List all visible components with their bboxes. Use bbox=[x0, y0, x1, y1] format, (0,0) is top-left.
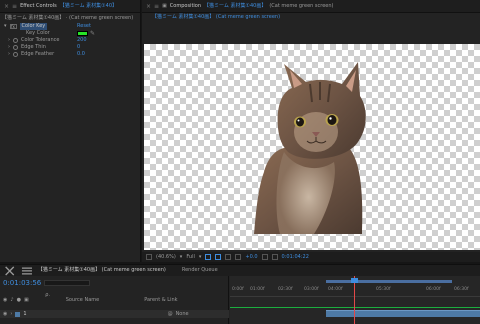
ruler-tick: 05:30f bbox=[376, 287, 391, 292]
exposure-value[interactable]: +0.0 bbox=[245, 254, 257, 261]
prop-value[interactable]: 0.0 bbox=[77, 51, 85, 58]
ruler-tick: 0:00f bbox=[232, 287, 244, 292]
effect-controls-tabbar: × ≡ Effect Controls 【猫ミーム 素材集①40】 bbox=[0, 0, 140, 13]
ruler-tick: 06:00f bbox=[426, 287, 441, 292]
prop-row-edge-thin[interactable]: › Edge Thin 0 bbox=[8, 44, 80, 51]
render-cache-indicator bbox=[230, 307, 480, 308]
tab-effect-controls[interactable]: Effect Controls bbox=[20, 3, 57, 10]
expand-arrow-icon[interactable]: › bbox=[8, 51, 10, 58]
expand-arrow-icon[interactable]: › bbox=[8, 37, 10, 44]
source-line: 【猫ミーム 素材集①40画】 · (Cat meme green screen) bbox=[2, 15, 134, 21]
lock-icon[interactable]: ▣ bbox=[162, 3, 167, 10]
prop-label: Edge Thin bbox=[21, 44, 46, 50]
close-icon[interactable]: × bbox=[146, 3, 151, 10]
tab-render-queue[interactable]: Render Queue bbox=[182, 267, 218, 274]
zoom-dropdown[interactable]: (40.6%) bbox=[156, 254, 176, 261]
resolution-dropdown[interactable]: Full bbox=[186, 254, 195, 261]
close-icon[interactable]: × bbox=[4, 3, 9, 10]
effect-row-color-key[interactable]: ▾ fx Color Key Reset bbox=[4, 23, 91, 30]
comp-breadcrumb[interactable]: 【猫ミーム 素材集①40画】 (Cat meme green screen) bbox=[152, 14, 280, 21]
viewer-toolbar: (40.6%) ▾ Full ▾ +0.0 0:01:04:22 bbox=[142, 252, 480, 262]
timeline-graph[interactable]: 0:00f 01:00f 02:30f 03:00f 04:00f 05:30f… bbox=[230, 276, 480, 324]
layer-search-input[interactable]: ρ. bbox=[44, 280, 91, 298]
region-of-interest-icon[interactable] bbox=[205, 254, 212, 260]
effect-name[interactable]: Color Key bbox=[19, 23, 48, 30]
lock-icon[interactable]: ▣ bbox=[24, 297, 29, 304]
layer-row[interactable]: ◉ › 1 @ None bbox=[0, 310, 229, 318]
eye-icon[interactable]: ◉ bbox=[3, 311, 7, 318]
timeline-tabbar: × ≡ 【猫ミーム 素材集①40画】 (Cat meme green scree… bbox=[0, 261, 480, 280]
tab-comp-suffix: (Cat meme green screen) bbox=[269, 2, 334, 9]
tab-composition[interactable]: Composition bbox=[170, 3, 201, 10]
reset-link[interactable]: Reset bbox=[77, 23, 91, 30]
column-source-name[interactable]: Source Name bbox=[66, 297, 100, 304]
expand-arrow-icon[interactable]: ▾ bbox=[4, 23, 7, 30]
playhead-line[interactable] bbox=[354, 276, 355, 324]
composition-viewer[interactable] bbox=[142, 22, 480, 250]
prop-row-edge-feather[interactable]: › Edge Feather 0.0 bbox=[8, 51, 85, 58]
composition-tabbar: × ≡ ▣ Composition 【猫ミーム 素材集①40画】 (Cat me… bbox=[142, 0, 480, 13]
column-parent-link[interactable]: Parent & Link bbox=[144, 297, 177, 304]
ruler-tick: 01:00f bbox=[250, 287, 265, 292]
key-color-swatch[interactable] bbox=[77, 31, 88, 36]
layer-duration-bar[interactable] bbox=[326, 310, 480, 317]
cat-image[interactable] bbox=[254, 62, 369, 234]
show-channel-icon[interactable] bbox=[271, 254, 278, 260]
eye-icon[interactable]: ◉ bbox=[3, 297, 7, 304]
stopwatch-icon[interactable] bbox=[13, 52, 18, 57]
solo-icon[interactable]: ● bbox=[17, 297, 21, 304]
magnifier-icon[interactable] bbox=[146, 254, 152, 260]
tab-source-name[interactable]: 【猫ミーム 素材集①40】 bbox=[60, 3, 117, 10]
ruler-tick: 02:30f bbox=[278, 287, 293, 292]
ruler-tick: 03:00f bbox=[304, 287, 319, 292]
prop-row-color-tolerance[interactable]: › Color Tolerance 200 bbox=[8, 37, 87, 44]
audio-icon[interactable]: ♪ bbox=[10, 297, 13, 304]
panel-menu-icon[interactable]: ≡ bbox=[12, 3, 17, 10]
expand-arrow-icon[interactable]: › bbox=[10, 311, 12, 318]
prop-label: Edge Feather bbox=[21, 51, 55, 57]
playhead-handle[interactable] bbox=[351, 278, 358, 283]
layer-outline: 0:01:03:56 ρ. ◉ ♪ ● ▣ Source Name Parent… bbox=[0, 276, 229, 324]
expand-arrow-icon[interactable]: › bbox=[8, 44, 10, 51]
prop-value[interactable]: 200 bbox=[77, 37, 87, 44]
layer-index: 1 bbox=[23, 310, 27, 317]
current-time[interactable]: 0:01:03:56 bbox=[3, 279, 41, 287]
fx-toggle-icon[interactable]: fx bbox=[9, 24, 17, 29]
parent-dropdown[interactable]: None bbox=[176, 311, 189, 318]
prop-row-key-color[interactable]: Key Color bbox=[14, 30, 50, 37]
chevron-down-icon[interactable]: ▾ bbox=[199, 254, 202, 261]
effect-controls-panel: × ≡ Effect Controls 【猫ミーム 素材集①40】 【猫ミーム … bbox=[0, 0, 141, 262]
eyedropper-icon[interactable]: ✎ bbox=[90, 30, 95, 37]
transparency-grid-icon[interactable] bbox=[215, 254, 222, 260]
tab-timeline[interactable]: 【猫ミーム 素材集①40画】 (Cat meme green screen) bbox=[38, 267, 166, 274]
panel-menu-icon[interactable]: ≡ bbox=[154, 3, 159, 10]
work-area-bar[interactable] bbox=[326, 280, 452, 283]
composition-panel: × ≡ ▣ Composition 【猫ミーム 素材集①40画】 (Cat me… bbox=[142, 0, 480, 262]
stopwatch-icon[interactable] bbox=[13, 38, 18, 43]
stopwatch-icon[interactable] bbox=[13, 45, 18, 50]
parent-pickwhip-icon[interactable]: @ bbox=[168, 311, 173, 318]
after-effects-window: × ≡ Effect Controls 【猫ミーム 素材集①40】 【猫ミーム … bbox=[0, 0, 480, 324]
viewer-timecode[interactable]: 0:01:04:22 bbox=[282, 254, 309, 261]
time-ruler[interactable]: 0:00f 01:00f 02:30f 03:00f 04:00f 05:30f… bbox=[230, 285, 480, 297]
column-header-row: ◉ ♪ ● ▣ Source Name Parent & Link bbox=[0, 296, 229, 304]
timeline-controls-row: 0:01:03:56 ρ. bbox=[0, 278, 229, 298]
chevron-down-icon[interactable]: ▾ bbox=[180, 254, 183, 261]
mask-visibility-icon[interactable] bbox=[225, 254, 232, 260]
prop-value[interactable]: 0 bbox=[77, 44, 80, 51]
timeline-panel: × ≡ 【猫ミーム 素材集①40画】 (Cat meme green scree… bbox=[0, 261, 480, 324]
prop-label: Color Tolerance bbox=[21, 37, 60, 43]
layer-label-color[interactable] bbox=[15, 311, 21, 317]
guides-icon[interactable] bbox=[235, 254, 242, 260]
ruler-tick: 04:00f bbox=[328, 287, 343, 292]
tab-comp-source[interactable]: 【猫ミーム 素材集①40画】 bbox=[204, 3, 266, 10]
prop-label: Key Color bbox=[26, 30, 50, 36]
camera-snapshot-icon[interactable] bbox=[261, 254, 268, 260]
ruler-tick: 06:30f bbox=[454, 287, 469, 292]
